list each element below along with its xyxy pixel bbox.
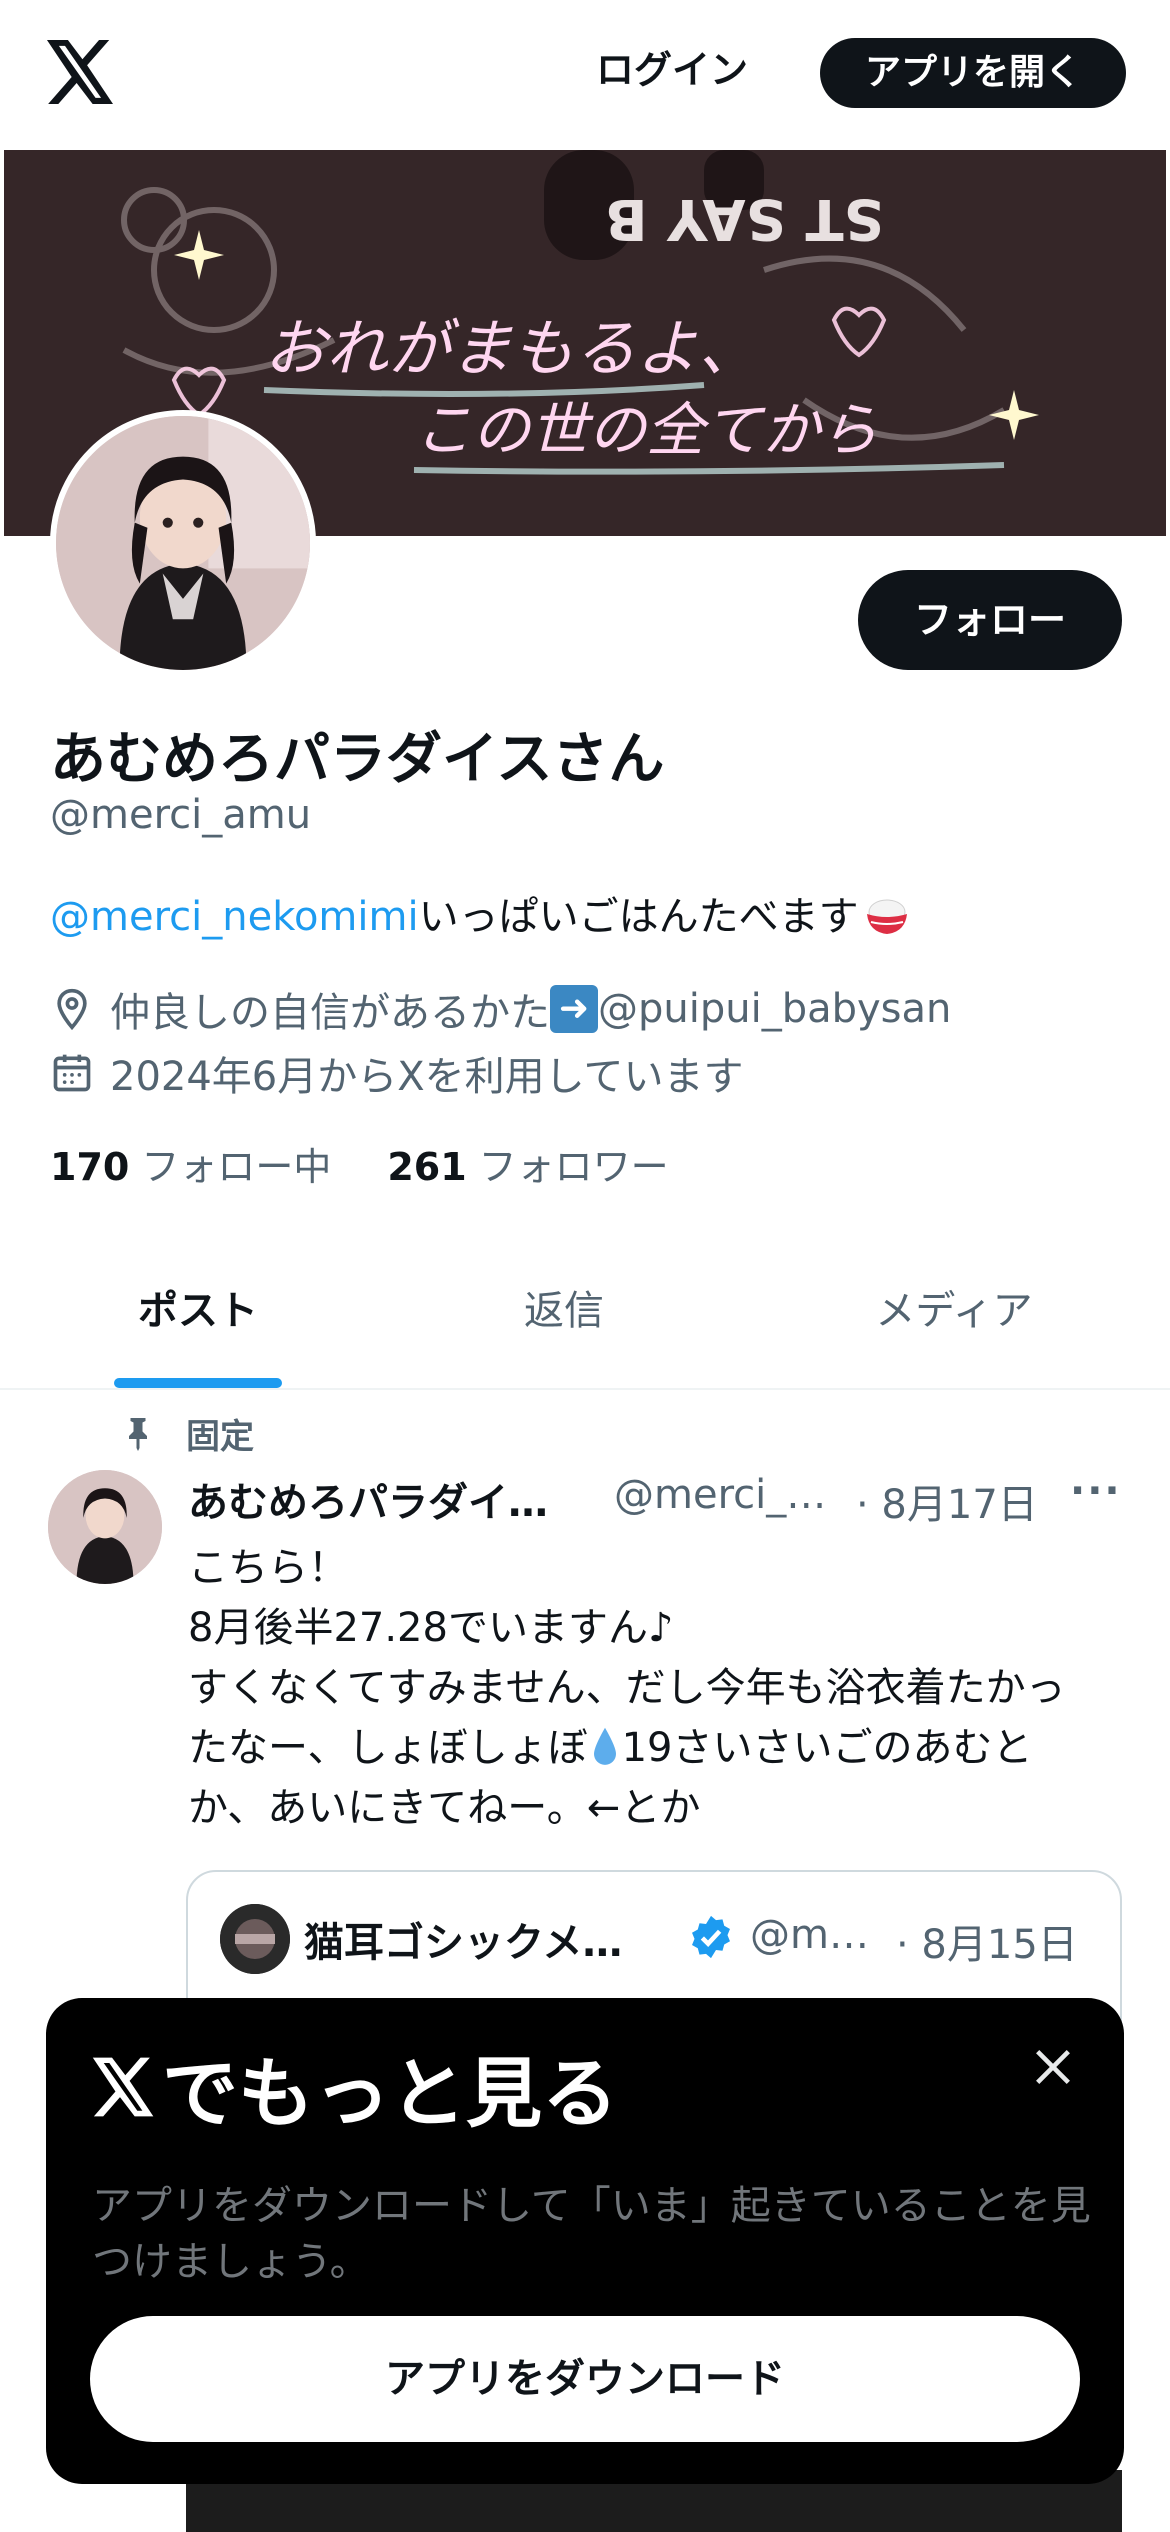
profile-display-name: あむめろパラダイスさん [50,727,665,792]
post-line: か、あいにきてねー。←とか [188,1785,701,1831]
profile-tabs: ポスト 返信 メディア [0,1246,1170,1390]
profile-joined: 2024年6月からXを利用しています [50,1044,743,1102]
tab-replies[interactable]: 返信 [426,1246,702,1390]
open-app-button[interactable]: アプリを開く [820,38,1126,108]
following-count: 170 [50,1145,130,1189]
location-text: 仲良しの自信があるかた [110,990,550,1036]
post-text: こちら！ 8月後半27.28でいますん♪ すくなくてすみません、だし今年も浴衣着… [188,1538,1128,1838]
post-author-handle[interactable]: @merci_… [614,1472,826,1518]
profile-location: 仲良しの自信があるかた ➜ @puipui_babysan [50,980,951,1038]
post-line: こちら！ [188,1545,348,1591]
pin-icon [129,1418,147,1451]
x-logo-icon[interactable] [46,40,116,104]
verified-badge-icon [692,1915,730,1959]
avatar-image [56,416,310,670]
post-date[interactable]: · 8月17日 [856,1472,1038,1530]
profile-bio: @merci_nekomimiいっぱいごはんたべます [50,884,911,942]
active-tab-indicator [114,1378,282,1388]
top-bar: ログイン アプリを開く [0,0,1170,148]
post-line: 8月後半27.28でいますん♪ [188,1605,674,1651]
droplet-icon [593,1727,616,1765]
quote-date: · 8月15日 [896,1922,1078,1968]
post-author-avatar[interactable] [48,1470,162,1584]
quote-author-name: 猫耳ゴシックメ… [304,1920,623,1966]
banner-sweater-text: ST SAY B [605,186,884,251]
follow-button[interactable]: フォロー [858,570,1122,670]
close-icon[interactable] [1030,2044,1076,2090]
profile-handle: @merci_amu [50,792,312,838]
post-line: すくなくてすみません、だし今年も浴衣着たかっ [188,1665,1066,1711]
tab-posts[interactable]: ポスト [60,1246,336,1390]
more-options-icon[interactable]: ··· [1070,1468,1122,1514]
following-label: フォロー中 [141,1145,332,1189]
bio-text: いっぱいごはんたべます [418,894,859,940]
banner-text-line2: この世の全てから [414,396,878,464]
followers-count: 261 [387,1145,467,1189]
followers-link[interactable]: 261 フォロワー [387,1145,668,1189]
quote-author-handle: @m… [750,1912,869,1958]
calendar-icon [53,1054,91,1092]
post-avatar-image [48,1470,162,1584]
post-author-name[interactable]: あむめろパラダイ… [188,1470,548,1528]
sheet-title-text: でもっと見る [162,2049,618,2138]
profile-avatar[interactable] [50,410,316,676]
joined-text: 2024年6月からXを利用しています [110,1054,744,1100]
quote-author-avatar [220,1904,290,1974]
bio-mention-link[interactable]: @merci_nekomimi [50,894,419,940]
x-logo-icon [92,2057,154,2117]
download-app-button[interactable]: アプリをダウンロード [90,2316,1080,2442]
tab-media[interactable]: メディア [816,1246,1092,1390]
pinned-indicator: 固定 [120,1408,254,1458]
sheet-description: アプリをダウンロードして「いま」起きていることを見つけましょう。 [92,2183,1091,2285]
location-pin-icon [57,988,87,1031]
rice-bowl-icon [866,899,907,934]
post-line: たなー、しょぼしょぼ 19さいさいごのあむと [188,1725,1033,1771]
banner-text-line1: おれがまもるよ、 [264,312,760,385]
profile-stats: 170 フォロー中 261 フォロワー [50,1136,669,1191]
pinned-label: 固定 [186,1416,254,1457]
followers-label: フォロワー [478,1145,669,1189]
right-arrow-icon: ➜ [550,985,598,1033]
sheet-title: でもっと見る [92,2032,618,2142]
login-link[interactable]: ログイン [596,40,748,100]
following-link[interactable]: 170 フォロー中 [50,1145,331,1189]
location-handle[interactable]: @puipui_babysan [598,986,951,1032]
app-download-sheet: でもっと見る アプリをダウンロードして「いま」起きていることを見つけましょう。 … [46,1998,1124,2484]
